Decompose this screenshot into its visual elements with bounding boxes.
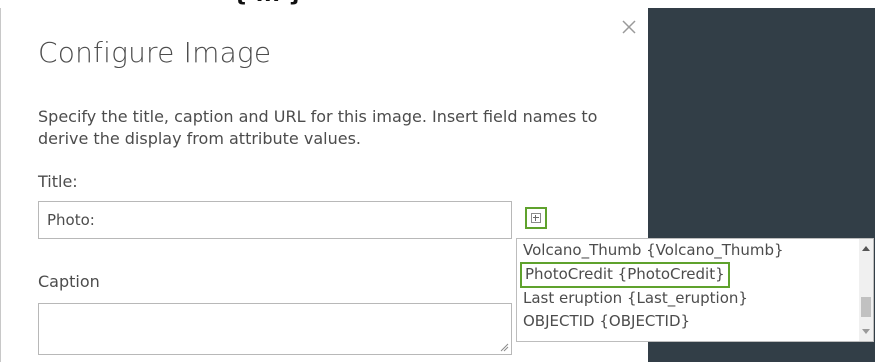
caption-label: Caption: [38, 272, 100, 291]
title-label: Title:: [38, 172, 78, 191]
scroll-thumb[interactable]: [861, 297, 871, 317]
dialog-title: Configure Image: [38, 36, 272, 69]
background-strip: { ... }: [0, 0, 875, 8]
field-list-scrollbar[interactable]: [859, 239, 873, 341]
field-list-item[interactable]: OBJECTID {OBJECTID}: [523, 310, 690, 332]
plus-box-icon: [531, 213, 541, 223]
field-list-item[interactable]: Last eruption {Last_eruption}: [523, 287, 748, 309]
background-partial-text: { ... }: [232, 0, 304, 7]
insert-field-button[interactable]: [525, 207, 547, 229]
title-input[interactable]: [38, 201, 512, 239]
caption-textarea[interactable]: [38, 303, 512, 355]
close-icon[interactable]: [618, 16, 640, 38]
field-list-item-highlighted[interactable]: PhotoCredit {PhotoCredit}: [520, 262, 730, 288]
field-list-item[interactable]: Volcano_Thumb {Volcano_Thumb}: [523, 239, 784, 261]
dialog-border: [0, 8, 1, 362]
field-list[interactable]: Volcano_Thumb {Volcano_Thumb} PhotoCredi…: [516, 238, 874, 342]
scroll-down-arrow-icon[interactable]: [862, 329, 870, 334]
scroll-up-arrow-icon[interactable]: [862, 246, 870, 251]
resize-grip-icon[interactable]: [499, 342, 509, 352]
dialog-description: Specify the title, caption and URL for t…: [38, 107, 598, 148]
